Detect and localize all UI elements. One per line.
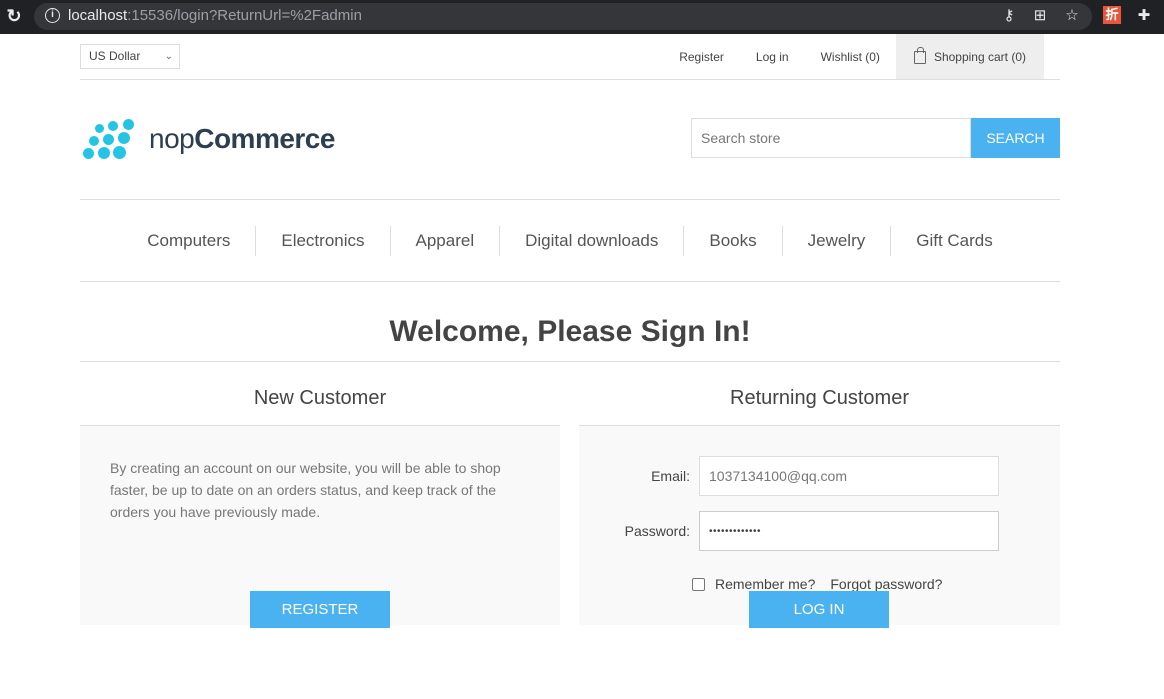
header-links: Register Log in Wishlist (0) Shopping ca…: [663, 34, 1060, 79]
logo-text: nopCommerce: [149, 123, 335, 154]
browser-toolbar: ↻ i localhost:15536/login?ReturnUrl=%2Fa…: [0, 0, 1164, 34]
extensions-puzzle-icon[interactable]: ✚: [1134, 6, 1154, 26]
remember-me-checkbox[interactable]: [692, 577, 705, 591]
logo-dots-icon: [82, 118, 140, 160]
top-menu: Computers Electronics Apparel Digital do…: [80, 200, 1060, 282]
register-link[interactable]: Register: [679, 50, 724, 64]
menu-item-apparel[interactable]: Apparel: [389, 225, 500, 256]
star-icon[interactable]: ☆: [1062, 6, 1082, 26]
remember-me-label[interactable]: Remember me?: [715, 576, 815, 592]
password-row: Password:: [579, 511, 999, 551]
email-row: Email:: [579, 456, 999, 496]
menu-item-electronics[interactable]: Electronics: [255, 225, 389, 256]
menu-item-gift-cards[interactable]: Gift Cards: [890, 225, 1018, 256]
header-lower: nopCommerce SEARCH: [80, 80, 1060, 200]
menu-item-digital-downloads[interactable]: Digital downloads: [499, 225, 683, 256]
new-customer-block: New Customer By creating an account on o…: [80, 362, 560, 628]
menu-item-books[interactable]: Books: [683, 225, 781, 256]
key-icon[interactable]: ⚷: [999, 6, 1019, 26]
reload-icon[interactable]: ↻: [5, 7, 23, 25]
wishlist-link[interactable]: Wishlist (0): [821, 50, 880, 64]
currency-select[interactable]: US Dollar ⌄: [80, 44, 180, 69]
new-customer-heading: New Customer: [80, 362, 560, 426]
new-customer-text: By creating an account on our website, y…: [110, 460, 501, 520]
login-link[interactable]: Log in: [756, 50, 789, 64]
login-options: Remember me? Forgot password?: [692, 576, 942, 592]
register-button[interactable]: REGISTER: [250, 591, 390, 628]
page: US Dollar ⌄ Register Log in Wishlist (0)…: [80, 34, 1060, 628]
search-button[interactable]: SEARCH: [971, 118, 1060, 158]
email-field[interactable]: [699, 456, 999, 496]
shopping-cart-link[interactable]: Shopping cart (0): [895, 34, 1044, 79]
translate-icon[interactable]: ⊞: [1030, 6, 1050, 26]
login-button[interactable]: LOG IN: [749, 591, 889, 628]
search-input[interactable]: [691, 118, 971, 158]
header-upper: US Dollar ⌄ Register Log in Wishlist (0)…: [80, 34, 1060, 80]
returning-customer-heading: Returning Customer: [579, 362, 1060, 426]
returning-customer-block: Returning Customer Email: Password: Reme…: [579, 362, 1060, 628]
password-field[interactable]: [699, 511, 999, 551]
email-label: Email:: [651, 468, 690, 484]
chevron-down-icon: ⌄: [164, 51, 173, 62]
menu-item-computers[interactable]: Computers: [122, 226, 255, 256]
url-text[interactable]: localhost:15536/login?ReturnUrl=%2Fadmin: [68, 7, 362, 24]
menu-item-jewelry[interactable]: Jewelry: [781, 225, 891, 256]
shopping-bag-icon: [913, 47, 926, 64]
logo[interactable]: nopCommerce: [82, 118, 335, 160]
password-label: Password:: [624, 523, 690, 539]
info-icon[interactable]: i: [45, 8, 60, 23]
extension-discount-icon[interactable]: 折: [1103, 6, 1121, 24]
page-title: Welcome, Please Sign In!: [80, 282, 1060, 362]
forgot-password-link[interactable]: Forgot password?: [830, 576, 942, 592]
search-box: SEARCH: [691, 118, 1060, 158]
